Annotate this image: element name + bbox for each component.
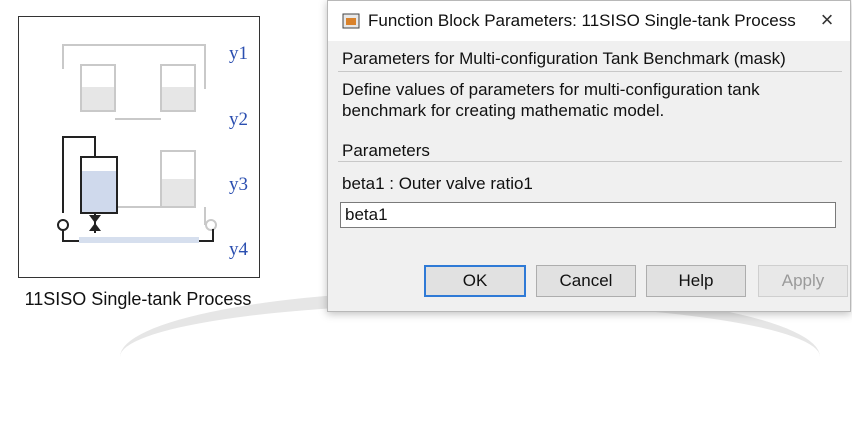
simulink-block-icon bbox=[342, 13, 360, 29]
beta1-input[interactable] bbox=[340, 202, 836, 228]
help-button[interactable]: Help bbox=[646, 265, 746, 297]
output-port-y1: y1 bbox=[229, 43, 248, 64]
parameters-title: Parameters bbox=[342, 141, 430, 160]
apply-button[interactable]: Apply bbox=[758, 265, 848, 297]
output-port-y2: y2 bbox=[229, 109, 248, 130]
ok-button[interactable]: OK bbox=[424, 265, 526, 297]
cancel-button[interactable]: Cancel bbox=[536, 265, 636, 297]
mask-title: Parameters for Multi-configuration Tank … bbox=[342, 49, 786, 68]
parameters-dialog: Function Block Parameters: 11SISO Single… bbox=[327, 0, 851, 312]
param-label-beta1: beta1 : Outer valve ratio1 bbox=[342, 174, 533, 193]
simulink-block[interactable]: y1 y2 y3 y4 bbox=[18, 16, 260, 278]
dialog-title: Function Block Parameters: 11SISO Single… bbox=[368, 11, 796, 30]
parameters-group-divider bbox=[338, 161, 842, 162]
tank-schematic-icon bbox=[57, 44, 217, 243]
output-port-y4: y4 bbox=[229, 239, 248, 260]
mask-group-divider bbox=[338, 71, 842, 72]
dialog-titlebar[interactable]: Function Block Parameters: 11SISO Single… bbox=[328, 1, 850, 41]
close-icon[interactable]: × bbox=[814, 7, 840, 33]
output-port-y3: y3 bbox=[229, 174, 248, 195]
mask-description: Define values of parameters for multi-co… bbox=[342, 80, 760, 120]
block-caption: 11SISO Single-tank Process bbox=[24, 289, 252, 309]
